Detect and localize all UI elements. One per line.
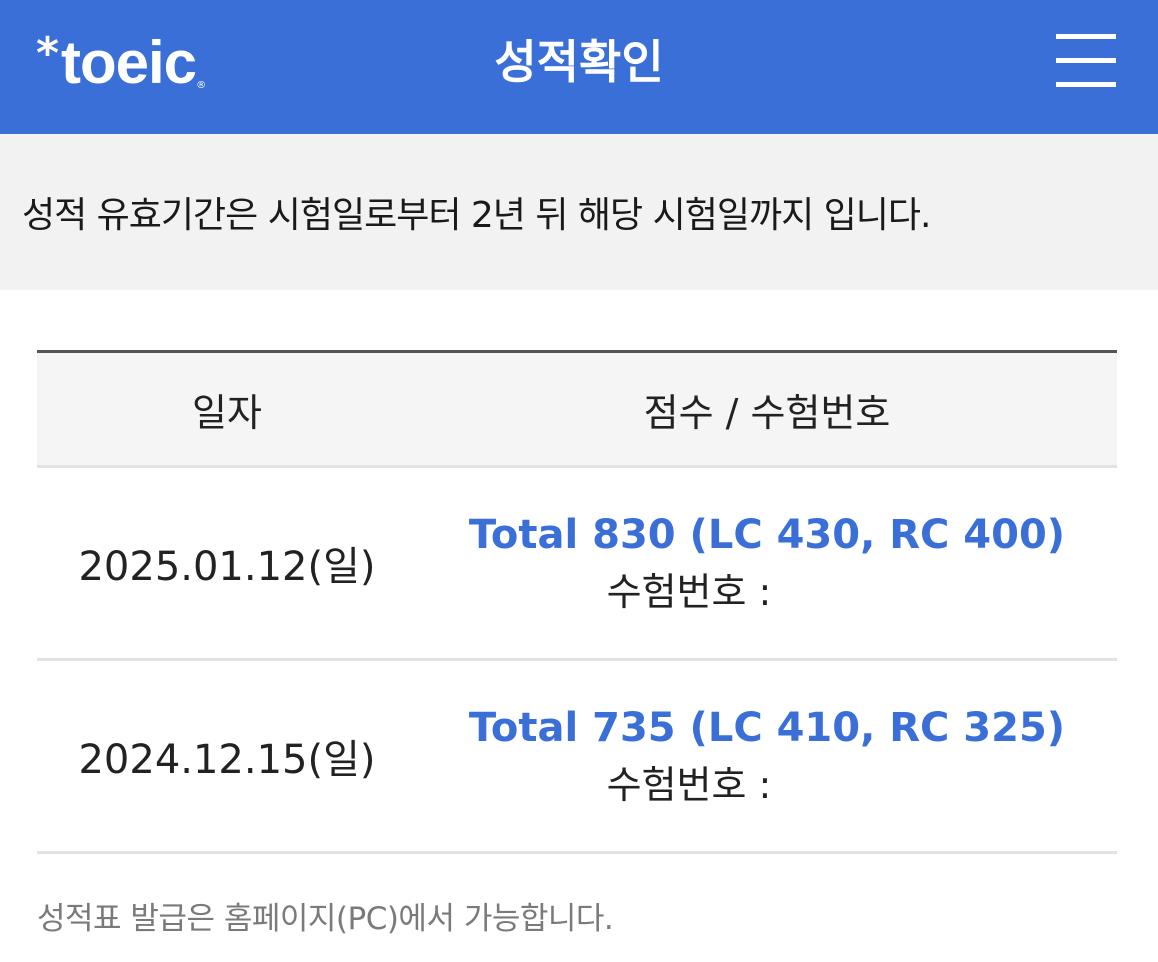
exam-number-label: 수험번호 : [606, 763, 772, 807]
score-link[interactable]: Total 735 (LC 410, RC 325) [469, 702, 1065, 754]
app-header: * toeic ® 성적확인 [0, 0, 1158, 134]
exam-date: 2025.01.12(일) [78, 544, 376, 590]
page-title: 성적확인 [494, 35, 664, 89]
validity-notice: 성적 유효기간은 시험일로부터 2년 뒤 해당 시험일까지 입니다. [0, 134, 1158, 290]
column-header-date: 일자 [192, 390, 262, 435]
menu-bar [1056, 82, 1116, 87]
score-link[interactable]: Total 830 (LC 430, RC 400) [469, 509, 1065, 561]
table-header: 일자 점수 / 수험번호 [37, 350, 1117, 468]
exam-number-line: 수험번호 : [607, 567, 928, 617]
validity-notice-text: 성적 유효기간은 시험일로부터 2년 뒤 해당 시험일까지 입니다. [22, 195, 931, 236]
table-row: 2025.01.12(일) Total 830 (LC 430, RC 400)… [37, 468, 1117, 661]
date-cell: 2025.01.12(일) [37, 468, 417, 658]
header-cell-date: 일자 [37, 353, 417, 465]
menu-bar [1056, 34, 1116, 39]
certificate-note: 성적표 발급은 홈페이지(PC)에서 가능합니다. [37, 901, 614, 937]
score-cell: Total 830 (LC 430, RC 400) 수험번호 : [417, 468, 1117, 658]
score-table: 일자 점수 / 수험번호 2025.01.12(일) Total 830 (LC… [37, 350, 1117, 854]
date-cell: 2024.12.15(일) [37, 661, 417, 851]
table-row: 2024.12.15(일) Total 735 (LC 410, RC 325)… [37, 661, 1117, 854]
exam-number-redacted [787, 577, 928, 607]
column-header-score: 점수 / 수험번호 [643, 390, 891, 435]
exam-date: 2024.12.15(일) [78, 737, 376, 783]
exam-number-redacted [787, 770, 928, 800]
header-cell-score: 점수 / 수험번호 [417, 353, 1117, 465]
exam-number-label: 수험번호 : [606, 570, 772, 614]
score-cell: Total 735 (LC 410, RC 325) 수험번호 : [417, 661, 1117, 851]
hamburger-menu-icon[interactable] [1046, 30, 1126, 94]
exam-number-line: 수험번호 : [607, 760, 928, 810]
menu-bar [1056, 58, 1116, 63]
